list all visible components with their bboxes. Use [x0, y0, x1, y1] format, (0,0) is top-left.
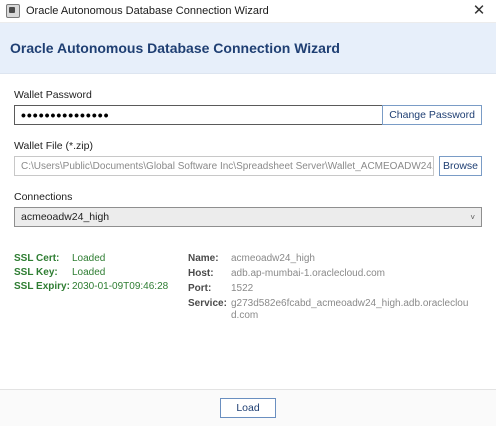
wizard-footer: Load	[0, 389, 496, 426]
app-icon	[6, 4, 20, 18]
window-title: Oracle Autonomous Database Connection Wi…	[26, 5, 269, 17]
page-title: Oracle Autonomous Database Connection Wi…	[10, 40, 340, 56]
ssl-key-label: SSL Key:	[14, 267, 58, 278]
ssl-expiry-label: SSL Expiry:	[14, 281, 70, 292]
close-button[interactable]: ✕	[470, 2, 488, 20]
name-label: Name:	[188, 253, 219, 264]
wallet-file-input[interactable]: C:\Users\Public\Documents\Global Softwar…	[14, 156, 434, 176]
wizard-window: Oracle Autonomous Database Connection Wi…	[0, 0, 496, 426]
port-label: Port:	[188, 283, 212, 294]
service-row: Service: g273d582e6fcabd_acmeoadw24_high…	[188, 298, 471, 322]
ssl-cert-row: SSL Cert: Loaded	[14, 253, 188, 264]
ssl-key-value: Loaded	[72, 267, 106, 278]
wallet-password-row: ••••••••••••••• Change Password	[14, 105, 482, 125]
port-row: Port: 1522	[188, 283, 471, 295]
wizard-header: Oracle Autonomous Database Connection Wi…	[0, 23, 496, 74]
wallet-file-label: Wallet File (*.zip)	[14, 140, 93, 152]
ssl-expiry-row: SSL Expiry: 2030-01-09T09:46:28	[14, 281, 188, 292]
ssl-cert-label: SSL Cert:	[14, 253, 60, 264]
ssl-key-row: SSL Key: Loaded	[14, 267, 188, 278]
name-value: acmeoadw24_high	[231, 253, 315, 264]
connections-select[interactable]: acmeoadw24_high ˅	[14, 207, 482, 227]
host-label: Host:	[188, 268, 214, 279]
host-row: Host: adb.ap-mumbai-1.oraclecloud.com	[188, 268, 471, 280]
change-password-button[interactable]: Change Password	[382, 105, 482, 125]
wizard-content: Wallet Password ••••••••••••••• Change P…	[0, 89, 496, 325]
wallet-file-row: C:\Users\Public\Documents\Global Softwar…	[14, 156, 482, 176]
connection-details: Name: acmeoadw24_high Host: adb.ap-mumba…	[188, 253, 471, 325]
port-value: 1522	[231, 283, 254, 294]
host-value: adb.ap-mumbai-1.oraclecloud.com	[231, 268, 385, 279]
connections-label: Connections	[14, 191, 73, 203]
wallet-password-label: Wallet Password	[14, 89, 92, 101]
connection-info: SSL Cert: Loaded SSL Key: Loaded SSL Exp…	[14, 253, 482, 325]
ssl-info: SSL Cert: Loaded SSL Key: Loaded SSL Exp…	[14, 253, 188, 325]
name-row: Name: acmeoadw24_high	[188, 253, 471, 265]
ssl-expiry-value: 2030-01-09T09:46:28	[72, 281, 169, 292]
chevron-down-icon: ˅	[470, 212, 475, 222]
service-label: Service:	[188, 298, 227, 309]
service-value: g273d582e6fcabd_acmeoadw24_high.adb.orac…	[231, 298, 469, 321]
ssl-cert-value: Loaded	[72, 253, 106, 264]
title-bar: Oracle Autonomous Database Connection Wi…	[0, 0, 496, 23]
connections-selected-value: acmeoadw24_high	[21, 211, 110, 223]
wallet-password-input[interactable]: •••••••••••••••	[14, 105, 383, 125]
browse-button[interactable]: Browse	[439, 156, 482, 176]
load-button[interactable]: Load	[220, 398, 276, 418]
